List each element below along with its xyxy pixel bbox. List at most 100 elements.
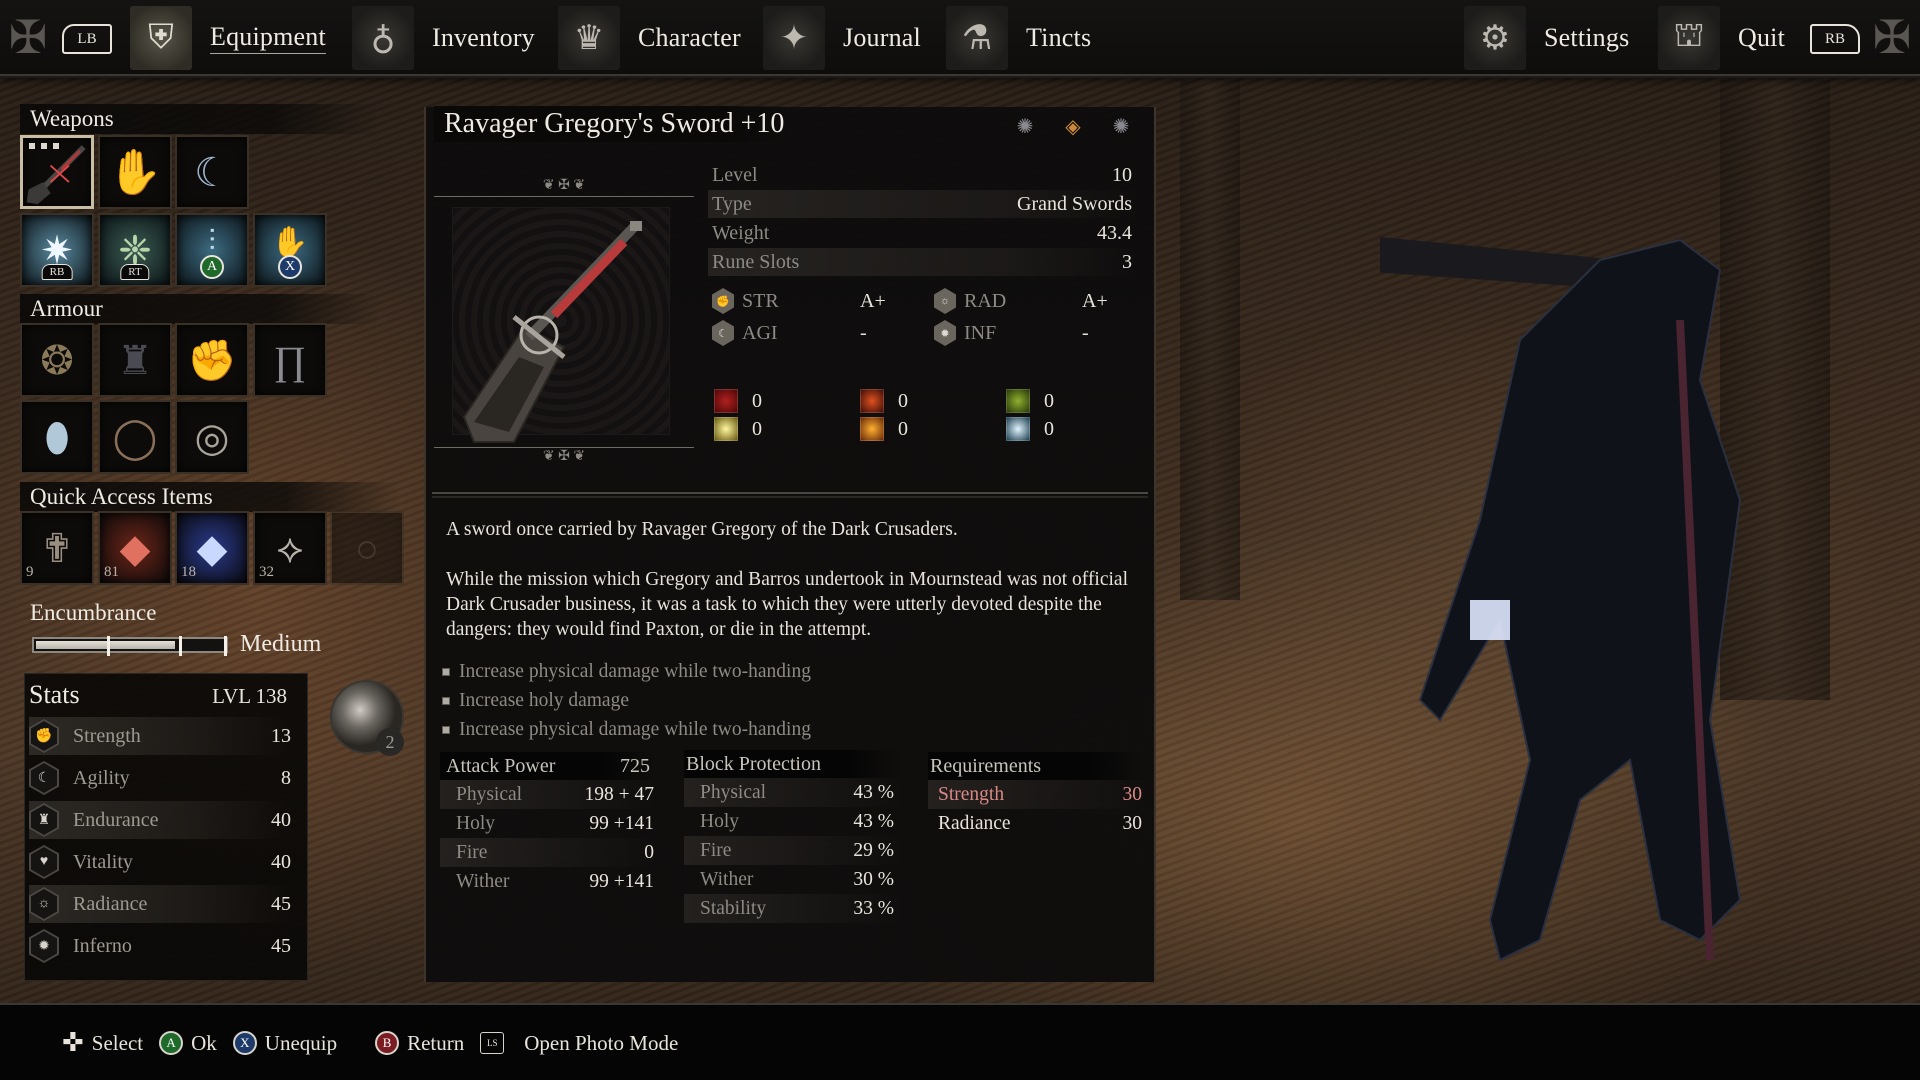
spell-slot-x[interactable]: ✋ X [253,213,327,287]
tab-tincts[interactable]: ⚗ Tincts [946,6,1091,70]
spell-slot-a[interactable]: ⫶ A [175,213,249,287]
stat-value: 45 [271,892,291,915]
character-level: LVL 138 [212,684,287,708]
ring-slot-2[interactable]: ◎ [175,400,249,474]
scaling-grade: A+ [1082,289,1108,312]
crown-icon: ♛ [558,6,620,70]
frame-ornament-bottom: ❦ ✠ ❦ [434,447,694,467]
armour-header: Armour [20,294,380,324]
scaling-agi: ☾ AGI - [712,320,867,346]
quick-item-slot[interactable]: ◆ 18 [175,511,249,585]
property-key: Level [712,163,758,186]
scaling-stat: STR [742,289,779,312]
block-row: Stability 33 % [684,894,902,923]
quick-item-slot[interactable]: ✟ 9 [20,511,94,585]
tab-character[interactable]: ♛ Character [558,6,741,70]
spell-slot-rt[interactable]: ❈ RT [98,213,172,287]
block-protection-label: Block Protection [686,752,821,775]
tab-character-label: Character [638,23,741,52]
dpad-icon: ✜ [62,1028,84,1057]
armour-slot-chest[interactable]: ♜ [98,323,172,397]
door-icon: ⛫ [1658,6,1720,70]
gauntlet-icon: ✊ [187,337,237,383]
lb-bumper-button[interactable]: LB [62,24,112,54]
block-row: Physical 43 % [684,778,902,807]
hint-ok[interactable]: A Ok [159,1031,217,1056]
hint-unequip[interactable]: X Unequip [232,1031,337,1056]
stat-row-vitality: ♥ Vitality 40 [29,843,291,881]
perk-item: Increase holy damage [442,686,811,715]
weapons-header: Weapons [20,104,380,134]
block-type: Holy [700,810,739,832]
tab-inventory[interactable]: ♁ Inventory [352,6,535,70]
armour-slot-head[interactable]: ❂ [20,323,94,397]
hint-label: Return [407,1030,465,1055]
hint-return[interactable]: B Return [375,1031,464,1056]
scaling-stat: AGI [742,321,778,344]
quick-item-slot[interactable]: ⟡ 32 [253,511,327,585]
stat-value: 8 [281,766,291,789]
stats-title: Stats [29,680,80,709]
journal-icon: ✦ [763,6,825,70]
stat-name: Endurance [73,808,159,831]
property-row-weight: Weight 43.4 [708,219,1138,247]
buildup-value: 0 [1044,389,1054,412]
tab-quit-label: Quit [1738,23,1786,52]
property-value: 3 [1122,250,1132,273]
tab-quit[interactable]: ⛫ Quit [1658,6,1785,70]
encumbrance-level: Medium [240,631,322,657]
ring-slot-1[interactable]: ◯ [98,400,172,474]
quick-item-slot[interactable]: ◆ 81 [98,511,172,585]
amulet-slot[interactable]: ⬮ [20,400,94,474]
attack-value: 198 + 47 [584,783,655,805]
requirement-stat: Radiance [938,812,1011,834]
attack-power-label: Attack Power [446,754,556,777]
buildup-value: 0 [898,389,908,412]
flame-icon: ✹ [29,929,59,963]
block-type: Stability [700,897,767,919]
tab-journal[interactable]: ✦ Journal [763,6,921,70]
sun-icon: ☼ [29,887,59,921]
armour-slot-legs[interactable]: ∏ [253,323,327,397]
attack-power-table: Attack Power 725 Physical 198 + 47 Holy 99… [440,752,656,896]
rb-bumper-button[interactable]: RB [1810,24,1860,54]
quick-item-slot-empty[interactable]: ○ [330,511,404,585]
poison-icon [1006,389,1030,413]
block-row: Fire 29 % [684,836,902,865]
hint-photo-mode[interactable]: LS Open Photo Mode [480,1031,678,1056]
scaling-inf: ✹ INF - [934,320,1089,346]
player-character [1380,237,1742,962]
stat-value: 40 [271,850,291,873]
rt-button-badge: RT [120,264,150,280]
block-type: Fire [700,839,732,861]
block-value: 43 % [853,781,894,803]
tab-equipment[interactable]: ⛨ Equipment [130,6,326,70]
weapon-slot-main[interactable] [20,135,94,209]
weapon-slot-offhand[interactable]: ✋ [98,135,172,209]
tinct-icon: ⚗ [946,6,1008,70]
block-protection-header: Block Protection [684,750,902,778]
tab-settings[interactable]: ⚙ Settings [1464,6,1629,70]
sun-icon: ☼ [934,288,956,314]
x-button-badge: X [278,255,302,279]
stat-row-strength: ✊ Strength 13 [29,717,291,755]
amulet-icon: ⬮ [44,414,70,460]
weapon-slot-lantern[interactable]: ☾ [175,135,249,209]
block-row: Wither 30 % [684,865,902,894]
fist-icon: ✊ [712,288,734,314]
stat-row-agility: ☾ Agility 8 [29,759,291,797]
spell-slot-rb[interactable]: ✷ RB [20,213,94,287]
stat-value: 13 [271,724,291,747]
property-value: 10 [1112,163,1132,186]
portrait-count-badge: 2 [376,728,404,756]
lantern-icon: ☾ [194,149,230,195]
encumbrance-label: Encumbrance [30,600,157,625]
property-key: Rune Slots [712,250,800,273]
attack-row: Fire 0 [440,838,656,867]
hint-select[interactable]: ✜ Select [62,1030,143,1056]
greatsword-image [462,221,642,443]
armour-slot-hands[interactable]: ✊ [175,323,249,397]
buildup-burn: 0 [860,389,908,413]
requirements-header: Requirements [928,752,1146,780]
companion-portrait[interactable]: 2 [330,680,404,756]
